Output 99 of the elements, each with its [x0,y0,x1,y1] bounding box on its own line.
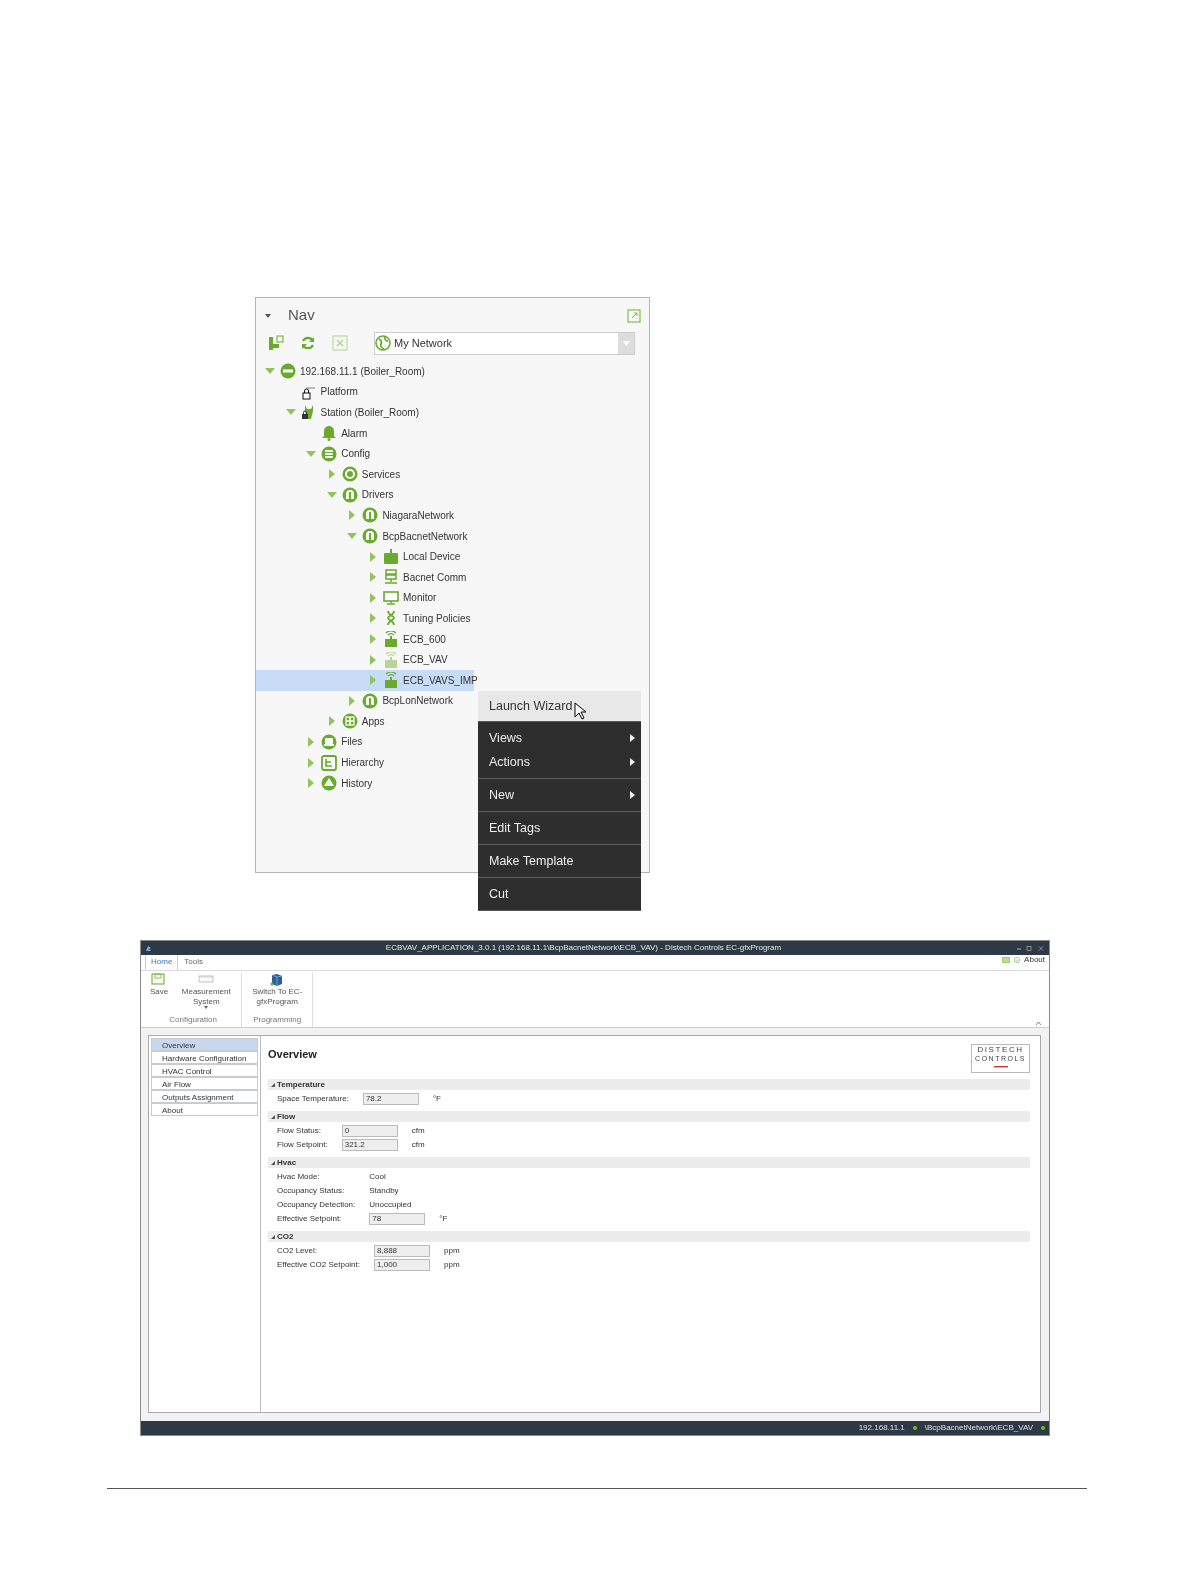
menu-item[interactable]: Make Template [478,849,641,873]
ribbon-button[interactable]: Save [148,973,171,1010]
app-icon [145,944,152,952]
unit-label: cfm [411,1139,425,1152]
unit-label: °F [432,1093,441,1106]
tree-item[interactable]: Station (Boiler_Room) [256,402,419,423]
field-label: Space Temperature: [277,1093,349,1106]
ribbon-button[interactable]: Switch To EC-gfxProgram [245,973,310,1007]
value-text: Standby [369,1185,400,1198]
side-nav-item[interactable]: About [151,1103,258,1116]
field-label: Effective Setpoint: [277,1213,343,1226]
menu-item[interactable]: Views [478,726,641,750]
tree-item[interactable]: ECB_600 [256,628,446,650]
status-dot-icon [912,1426,917,1430]
tree-toolbar-icon[interactable] [268,335,284,351]
side-nav-item[interactable]: HVAC Control [151,1064,258,1077]
field-label: Flow Setpoint: [277,1139,328,1152]
tree-item[interactable]: Tuning Policies [256,608,471,629]
refresh-icon[interactable] [300,335,316,351]
tree-item[interactable]: Platform [256,381,358,403]
collapse-arrow-icon[interactable] [325,489,338,500]
section-title: Hvac [277,1156,297,1169]
tree-item[interactable]: History [256,772,373,794]
section-title: Flow [277,1110,296,1123]
tree-item[interactable]: Bacnet Comm [256,566,467,588]
save-icon [151,973,168,987]
value-field[interactable]: 78 [369,1213,426,1226]
tree-item[interactable]: Apps [256,711,385,732]
submenu-arrow-icon [630,734,635,742]
side-nav-item[interactable]: Outputs Assignment [151,1090,258,1103]
tree-item[interactable]: Local Device [256,546,461,567]
tree-item[interactable]: Alarm [256,422,368,444]
field-label: Hvac Mode: [277,1171,321,1184]
status-text: \BcpBacnetNetwork\ECB_VAV [924,1422,1033,1434]
menu-item[interactable]: New [478,783,641,807]
side-nav-item[interactable]: Air Flow [151,1077,258,1090]
tree-item[interactable]: Monitor [256,587,437,609]
menu-item[interactable]: Edit Tags [478,816,641,840]
unit-label: ppm [444,1245,460,1258]
window-controls-icon[interactable] [1015,944,1045,952]
section-header[interactable]: Temperature [268,1079,1030,1091]
status-text: 192.168.11.1 [858,1422,905,1434]
section-title: Temperature [277,1078,325,1091]
status-dot-icon [1041,1426,1045,1430]
section-header[interactable]: Hvac [268,1157,1030,1169]
ribbon-button[interactable]: Measurement System [174,973,239,1010]
menu-item[interactable]: Actions [478,750,641,774]
panel-title: Nav [288,305,315,326]
value-field[interactable]: 1,000 [374,1259,430,1272]
field-label: CO2 Level: [277,1245,319,1258]
tree-item[interactable]: Services [256,463,401,485]
dropdown-caret-icon [204,1006,209,1010]
side-nav-item[interactable]: Hardware Configuration [151,1051,258,1064]
value-field[interactable]: 321.2 [341,1139,398,1152]
submenu-arrow-icon [630,758,635,766]
tree-item[interactable]: BcpLonNetwork [256,690,453,712]
field-label: Flow Status: [277,1125,322,1138]
collapse-ribbon-icon[interactable] [1036,1021,1041,1025]
tree-item[interactable]: BcpBacnetNetwork [256,525,468,547]
section-header[interactable]: CO2 [268,1231,1030,1243]
side-nav-item[interactable]: Overview [151,1038,258,1051]
tree-item[interactable]: Config [256,443,371,464]
expand-icon[interactable] [627,308,641,323]
field-label: Occupancy Detection: [277,1199,356,1212]
layout-icon[interactable] [1002,957,1011,963]
close-icon[interactable] [332,335,348,351]
collapse-arrow-icon[interactable] [305,448,318,459]
value-field[interactable]: 8,888 [374,1245,430,1258]
value-text: Cool [369,1171,387,1184]
about-link[interactable]: About [1024,954,1045,966]
menu-item[interactable]: Cut [478,882,641,906]
tree-item[interactable]: Drivers [256,484,394,506]
dropdown-caret-icon[interactable] [622,340,630,346]
page-heading: Overview [268,1047,317,1062]
unit-label: cfm [411,1125,425,1138]
globe-icon [375,335,391,351]
section-header[interactable]: Flow [268,1111,1030,1123]
section-title: CO2 [277,1230,294,1243]
field-label: Occupancy Status: [277,1185,346,1198]
group-label: Configuration [169,1014,217,1026]
submenu-arrow-icon [630,791,635,799]
window-title: ECBVAV_APPLICATION_3.0.1 (192.168.11.1\BcpBacnetNetwork\ECB_VAV) - Distech Controls EC-gfxProgram [385,942,782,954]
value-field[interactable]: 0 [341,1125,398,1138]
ribbon-tab[interactable]: Tools [178,954,210,970]
field-label: Effective CO2 Setpoint: [277,1259,360,1272]
unit-label: ppm [444,1259,460,1272]
network-dropdown[interactable]: My Network [374,331,635,355]
value-text: Unoccupied [369,1199,413,1212]
tree-item[interactable]: NiagaraNetwork [256,505,455,526]
tree-item[interactable]: Hierarchy [256,752,384,773]
tree-item[interactable]: Files [256,731,363,753]
unit-label: °F [439,1213,448,1226]
value-field[interactable]: 78.2 [362,1093,419,1106]
tree-item[interactable]: 192.168.11.1 (Boiler_Room) [256,361,425,382]
menu-item[interactable]: Launch Wizard [478,691,641,721]
group-label: Programming [253,1014,302,1026]
info-icon [1014,957,1021,963]
mouse-cursor-icon [574,702,586,720]
collapse-caret-icon[interactable] [264,312,272,319]
